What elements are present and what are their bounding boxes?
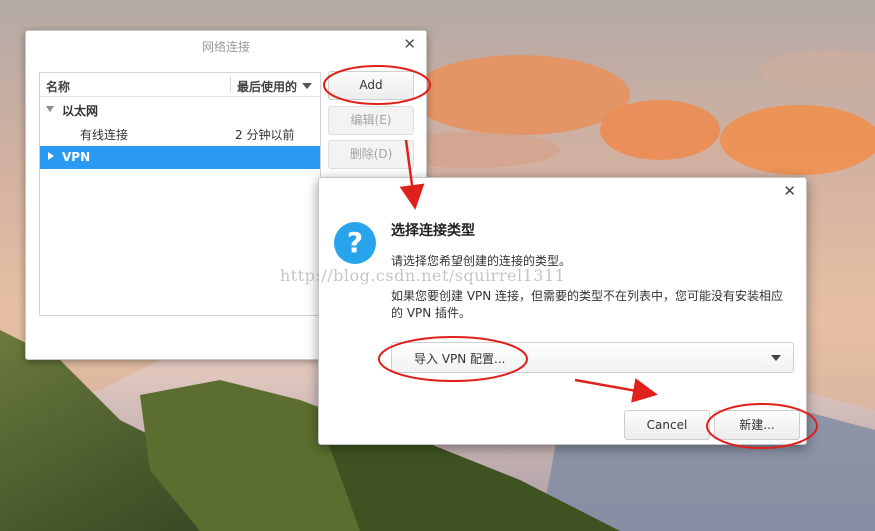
choose-connection-type-dialog: ✕ ? 选择连接类型 请选择您希望创建的连接的类型。 如果您要创建 VPN 连接… [318,177,807,445]
close-icon[interactable]: ✕ [783,182,796,200]
chevron-down-icon[interactable] [771,355,781,361]
cancel-button[interactable]: Cancel [624,410,710,440]
delete-button[interactable]: 删除(D) [328,140,414,169]
combo-selected-value: 导入 VPN 配置... [414,352,506,366]
expander-right-icon[interactable] [48,152,54,160]
window-title: 网络连接 [201,40,250,54]
edit-button[interactable]: 编辑(E) [328,106,414,135]
group-row-vpn[interactable]: VPN [40,146,320,169]
column-separator [230,76,231,92]
question-icon: ? [334,222,376,264]
connection-list: 名称 最后使用的 以太网 有线连接 2 分钟以前 VPN [39,72,321,316]
group-row-ethernet[interactable]: 以太网 [40,98,320,121]
column-header-last-used[interactable]: 最后使用的 [237,78,297,95]
create-button[interactable]: 新建... [714,410,800,440]
group-label: 以太网 [62,104,99,118]
column-header-name[interactable]: 名称 [46,78,70,95]
close-icon[interactable]: ✕ [403,35,416,53]
dialog-hint: 如果您要创建 VPN 连接，但需要的类型不在列表中，您可能没有安装相应的 VPN… [391,289,784,320]
dialog-heading: 选择连接类型 [391,223,475,239]
sort-arrow-icon[interactable] [302,83,312,89]
connection-type-combo[interactable]: 导入 VPN 配置... [391,342,794,373]
list-header: 名称 最后使用的 [40,73,320,97]
connection-name: 有线连接 [80,128,129,142]
group-label: VPN [62,150,91,164]
expander-down-icon[interactable] [46,106,54,112]
connection-last-used: 2 分钟以前 [235,128,295,142]
add-button[interactable]: Add [328,71,414,100]
connection-row-wired[interactable]: 有线连接 2 分钟以前 [40,122,320,145]
watermark: http://blog.csdn.net/squirrel1311 [280,266,566,285]
